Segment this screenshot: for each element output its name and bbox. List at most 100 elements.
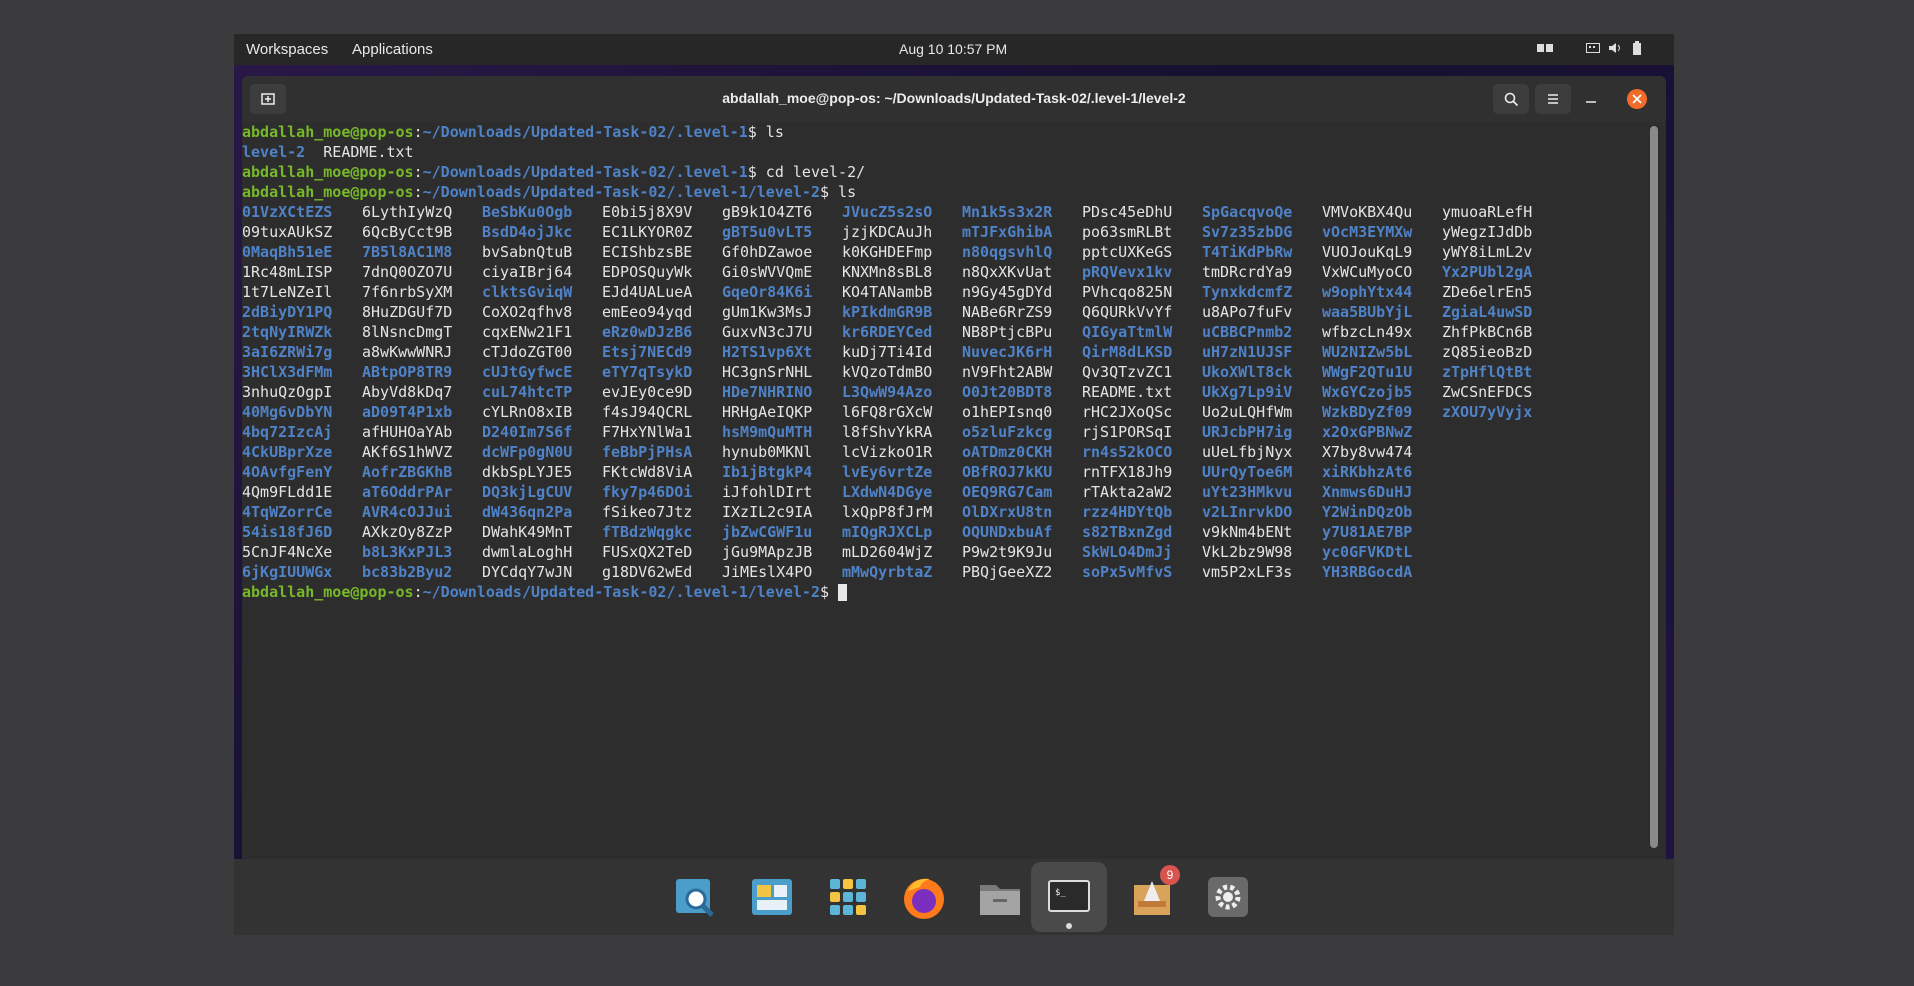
prompt-symbol: $ [819, 583, 839, 601]
prompt-user: abdallah_moe@pop-os [242, 123, 414, 141]
file-entry: o1hEPIsnq0 [962, 403, 1053, 421]
workspaces-button[interactable]: Workspaces [246, 41, 328, 58]
dir-entry: 4bq72IzcAj [242, 423, 333, 441]
dir-entry: OQUNDxbuAf [962, 523, 1053, 541]
dir-entry: rzz4HDYtQb [1082, 503, 1173, 521]
file-entry: u8APo7fuFv [1202, 303, 1293, 321]
dir-entry: 2dBiyDY1PQ [242, 303, 333, 321]
file-entry: yWY8iLmL2v [1442, 243, 1533, 261]
dir-entry: 3aI6ZRWi7g [242, 343, 333, 361]
dir-entry: mMwQyrbtaZ [842, 563, 933, 581]
dir-entry: Mn1k5s3x2R [962, 203, 1053, 221]
dir-entry: OEQ9RG7Cam [962, 483, 1053, 501]
dock: $_ 9 [234, 859, 1674, 935]
dir-entry: uYt23HMkvu [1202, 483, 1293, 501]
dir-entry: eRz0wDJzB6 [602, 323, 693, 341]
dock-store[interactable]: 9 [1124, 865, 1180, 925]
dir-entry: aT6OddrPAr [362, 483, 453, 501]
scrollbar[interactable] [1650, 126, 1658, 848]
dir-entry: rn4s52kOCO [1082, 443, 1173, 461]
file-entry: k0KGHDEFmp [842, 243, 933, 261]
minimize-button[interactable] [1582, 90, 1600, 108]
dir-entry: n80qgsvhlQ [962, 243, 1053, 261]
file-entry: X7by8vw474 [1322, 443, 1413, 461]
file-entry: uUeLfbjNyx [1202, 443, 1293, 461]
file-entry: FKtcWd8ViA [602, 463, 693, 481]
dir-entry: zTpHflQtBt [1442, 363, 1533, 381]
file-entry: Gf0hDZawoe [722, 243, 813, 261]
file-entry: KO4TANambB [842, 283, 933, 301]
dir-entry: x2OxGPBNwZ [1322, 423, 1413, 441]
battery-icon[interactable] [1631, 41, 1645, 55]
file-entry: 4Qm9FLdd1E [242, 483, 333, 501]
dir-entry: QIGyaTtmlW [1082, 323, 1173, 341]
dir-entry: UkoXWlT8ck [1202, 363, 1293, 381]
prompt-line: abdallah_moe@pop-os:~/Downloads/Updated-… [242, 123, 784, 141]
dir-entry: o5zluFzkcg [962, 423, 1053, 441]
prompt-user: abdallah_moe@pop-os [242, 163, 414, 181]
volume-icon[interactable] [1608, 41, 1622, 55]
file-entry: HRHgAeIQKP [722, 403, 813, 421]
file-entry: ECIShbzsBE [602, 243, 693, 261]
dir-entry: Etsj7NECd9 [602, 343, 693, 361]
dir-entry: 6jKgIUUWGx [242, 563, 333, 581]
dir-entry: feBbPjPHsA [602, 443, 693, 461]
dir-entry: mTJFxGhibA [962, 223, 1053, 241]
file-entry: VUOJouKqL9 [1322, 243, 1413, 261]
dir-entry: eTY7qTsykD [602, 363, 693, 381]
file-entry: rnTFX18Jh9 [1082, 463, 1173, 481]
file-entry: bvSabnQtuB [482, 243, 573, 261]
dir-entry: AVR4cOJJui [362, 503, 453, 521]
file-entry: 1Rc48mLISP [242, 263, 333, 281]
file-entry: cTJdoZGT00 [482, 343, 573, 361]
file-entry: PDsc45eDhU [1082, 203, 1173, 221]
file-entry: g18DV62wEd [602, 563, 693, 581]
dir-entry: gBT5u0vLT5 [722, 223, 813, 241]
command: $ ls [747, 123, 784, 141]
file-entry: Gi0sWVVQmE [722, 263, 813, 281]
workspaces-icon [752, 879, 792, 915]
dock-terminal[interactable]: $_ [1031, 862, 1107, 932]
file-entry: PVhcqo825N [1082, 283, 1173, 301]
dock-workspaces[interactable] [744, 869, 800, 925]
file-entry: IXzIL2c9IA [722, 503, 813, 521]
keyboard-icon[interactable] [1586, 41, 1600, 55]
file-entry: EDPOSQuyWk [602, 263, 693, 281]
file-entry: l6FQ8rGXcW [842, 403, 933, 421]
minimize-icon [1586, 101, 1596, 103]
file-entry: rjS1PORSqI [1082, 423, 1173, 441]
dir-entry: Y2WinDQzOb [1322, 503, 1413, 521]
dir-entry: clktsGviqW [482, 283, 573, 301]
file-entry: AKf6S1hWVZ [362, 443, 453, 461]
clock[interactable]: Aug 10 10:57 PM [899, 41, 1007, 57]
terminal-output[interactable]: abdallah_moe@pop-os:~/Downloads/Updated-… [242, 122, 1666, 893]
file-entry: l8fShvYkRA [842, 423, 933, 441]
dock-search[interactable] [668, 869, 724, 925]
dir-entry: QirM8dLKSD [1082, 343, 1173, 361]
dir-entry: WxGYCzojb5 [1322, 383, 1413, 401]
close-button[interactable] [1627, 89, 1647, 109]
search-button[interactable] [1493, 84, 1529, 114]
dock-firefox[interactable] [896, 869, 952, 925]
file-entry: cYLRnO8xIB [482, 403, 573, 421]
dock-settings[interactable] [1200, 869, 1256, 925]
file-entry: mLD2604WjZ [842, 543, 933, 561]
window-title: abdallah_moe@pop-os: ~/Downloads/Updated… [722, 90, 1186, 106]
dir-entry: dW436qn2Pa [482, 503, 573, 521]
layout-icon[interactable] [1537, 41, 1553, 55]
search-icon [676, 879, 714, 917]
file-entry: kVQzoTdmBO [842, 363, 933, 381]
dock-files[interactable] [972, 869, 1028, 925]
file-entry: 5CnJF4NcXe [242, 543, 333, 561]
file-entry: gUm1Kw3MsJ [722, 303, 813, 321]
app-grid-icon [830, 879, 866, 915]
dir-entry: yc0GFVKDtL [1322, 543, 1413, 561]
dir-entry: waa5BUbYjL [1322, 303, 1413, 321]
dir-entry: L3QwW94Azo [842, 383, 933, 401]
applications-button[interactable]: Applications [352, 41, 433, 58]
dock-app-grid[interactable] [820, 869, 876, 925]
dir-entry: SpGacqvoQe [1202, 203, 1293, 221]
menu-button[interactable] [1535, 84, 1571, 114]
prompt-path: ~/Downloads/Updated-Task-02/.level-1/lev… [422, 583, 820, 601]
dir-entry: 3HClX3dFMm [242, 363, 333, 381]
